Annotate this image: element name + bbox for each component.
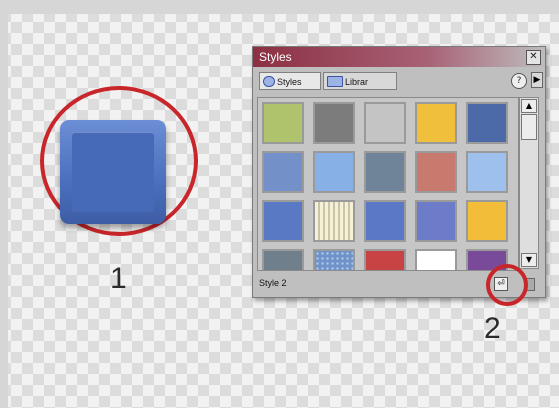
- close-icon[interactable]: ✕: [526, 50, 541, 65]
- scroll-up-icon[interactable]: ▲: [521, 99, 537, 113]
- panel-tabbar: Styles Librar ? ▶: [253, 69, 545, 93]
- highlight-circle-2: [486, 264, 528, 306]
- style-swatch[interactable]: [313, 200, 355, 242]
- style-swatch[interactable]: [415, 102, 457, 144]
- bevel-square-object[interactable]: [60, 120, 166, 224]
- current-style-name: Style 2: [259, 278, 287, 288]
- style-swatch[interactable]: [364, 151, 406, 193]
- style-swatch[interactable]: [415, 151, 457, 193]
- style-swatch[interactable]: [364, 200, 406, 242]
- style-swatch[interactable]: [313, 102, 355, 144]
- style-swatch[interactable]: [364, 249, 406, 270]
- style-swatch[interactable]: [262, 200, 304, 242]
- tab-styles[interactable]: Styles: [259, 72, 321, 90]
- top-border: [0, 0, 559, 14]
- style-swatch[interactable]: [262, 102, 304, 144]
- tab-styles-label: Styles: [277, 77, 302, 87]
- panel-titlebar[interactable]: Styles ✕: [253, 47, 545, 67]
- styles-panel: Styles ✕ Styles Librar ? ▶ ▲ ▼ Style 2 ⏎: [252, 46, 546, 298]
- tab-libraries[interactable]: Librar: [323, 72, 397, 90]
- style-swatch[interactable]: [466, 102, 508, 144]
- tab-libraries-label: Librar: [345, 77, 369, 87]
- style-swatch[interactable]: [262, 249, 304, 270]
- style-swatch[interactable]: [415, 249, 457, 270]
- scroll-down-icon[interactable]: ▼: [521, 253, 537, 267]
- style-swatch[interactable]: [415, 200, 457, 242]
- style-swatch[interactable]: [313, 151, 355, 193]
- scroll-thumb[interactable]: [521, 114, 537, 140]
- panel-title: Styles: [259, 50, 292, 64]
- help-icon[interactable]: ?: [511, 73, 527, 89]
- style-swatch[interactable]: [262, 151, 304, 193]
- style-swatch[interactable]: [313, 249, 355, 270]
- panel-menu-arrow-icon[interactable]: ▶: [531, 72, 543, 88]
- style-swatch-grid: [257, 97, 519, 271]
- callout-number-1: 1: [110, 262, 127, 295]
- library-tab-icon: [327, 76, 343, 87]
- styles-tab-icon: [263, 76, 275, 87]
- swatch-scrollbar[interactable]: ▲ ▼: [519, 97, 539, 269]
- style-swatch[interactable]: [364, 102, 406, 144]
- style-swatch[interactable]: [466, 200, 508, 242]
- left-border: [0, 0, 8, 408]
- callout-number-2: 2: [484, 312, 501, 345]
- styled-object-demo: [40, 86, 198, 236]
- style-swatch[interactable]: [466, 151, 508, 193]
